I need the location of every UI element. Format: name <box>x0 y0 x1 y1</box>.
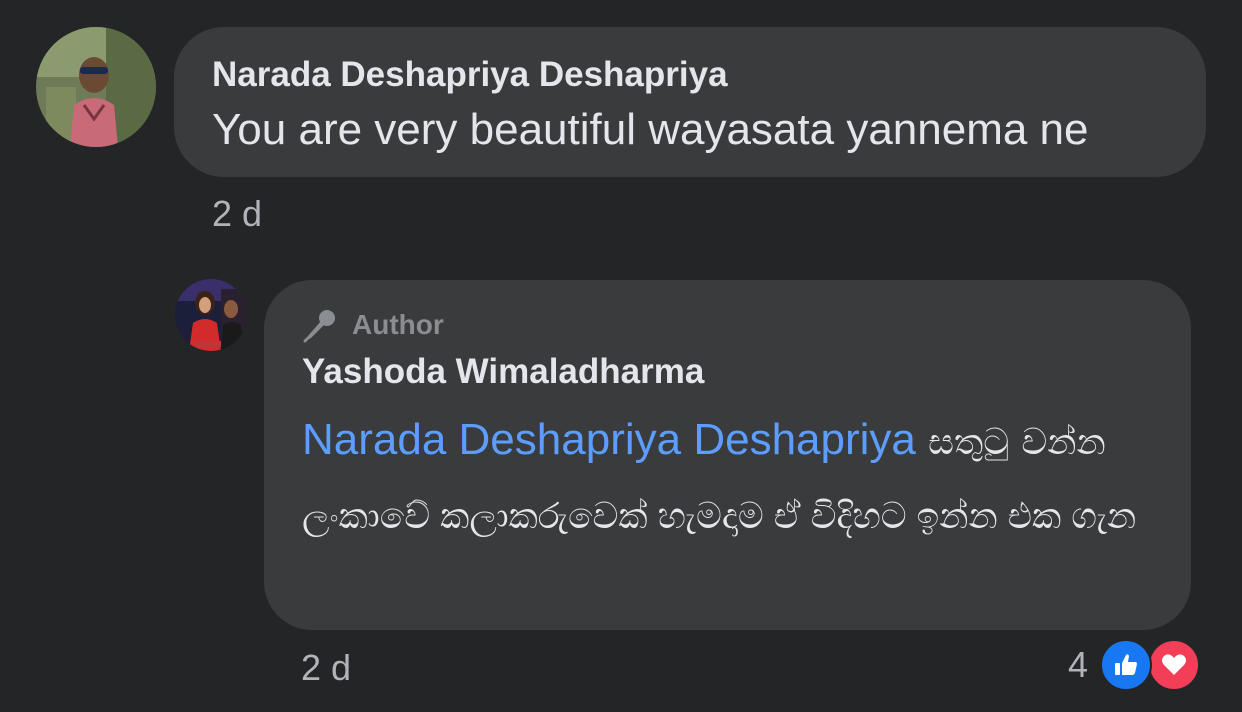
reply-timestamp[interactable]: 2 d <box>301 647 351 689</box>
comment-text: You are very beautiful wayasata yannema … <box>212 105 1089 154</box>
comment-timestamp[interactable]: 2 d <box>212 193 262 235</box>
reply-author-avatar-image <box>175 279 247 351</box>
reply-author-avatar[interactable] <box>175 279 247 351</box>
reply-author-name[interactable]: Yashoda Wimaladharma <box>302 350 1191 394</box>
mention-link[interactable]: Narada Deshapriya Deshapriya <box>302 415 916 464</box>
reply-bubble: Author Yashoda Wimaladharma Narada Desha… <box>264 280 1191 630</box>
reactions-summary[interactable]: 4 <box>1068 639 1201 691</box>
comment-author-name[interactable]: Narada Deshapriya Deshapriya <box>212 53 1206 97</box>
commenter-avatar-image <box>36 27 156 147</box>
author-badge-label: Author <box>352 309 444 340</box>
reply-text: Narada Deshapriya Deshapriya සතුටු වන්න … <box>302 404 1162 552</box>
author-badge: Author <box>302 306 1191 344</box>
reaction-count: 4 <box>1068 644 1089 685</box>
reply-text-part1: සතුටු <box>928 421 1010 462</box>
love-icon <box>1148 639 1201 691</box>
comment-bubble: Narada Deshapriya Deshapriya You are ver… <box>174 27 1206 177</box>
like-icon <box>1100 639 1153 691</box>
commenter-avatar[interactable] <box>36 27 156 147</box>
microphone-icon <box>303 310 335 343</box>
